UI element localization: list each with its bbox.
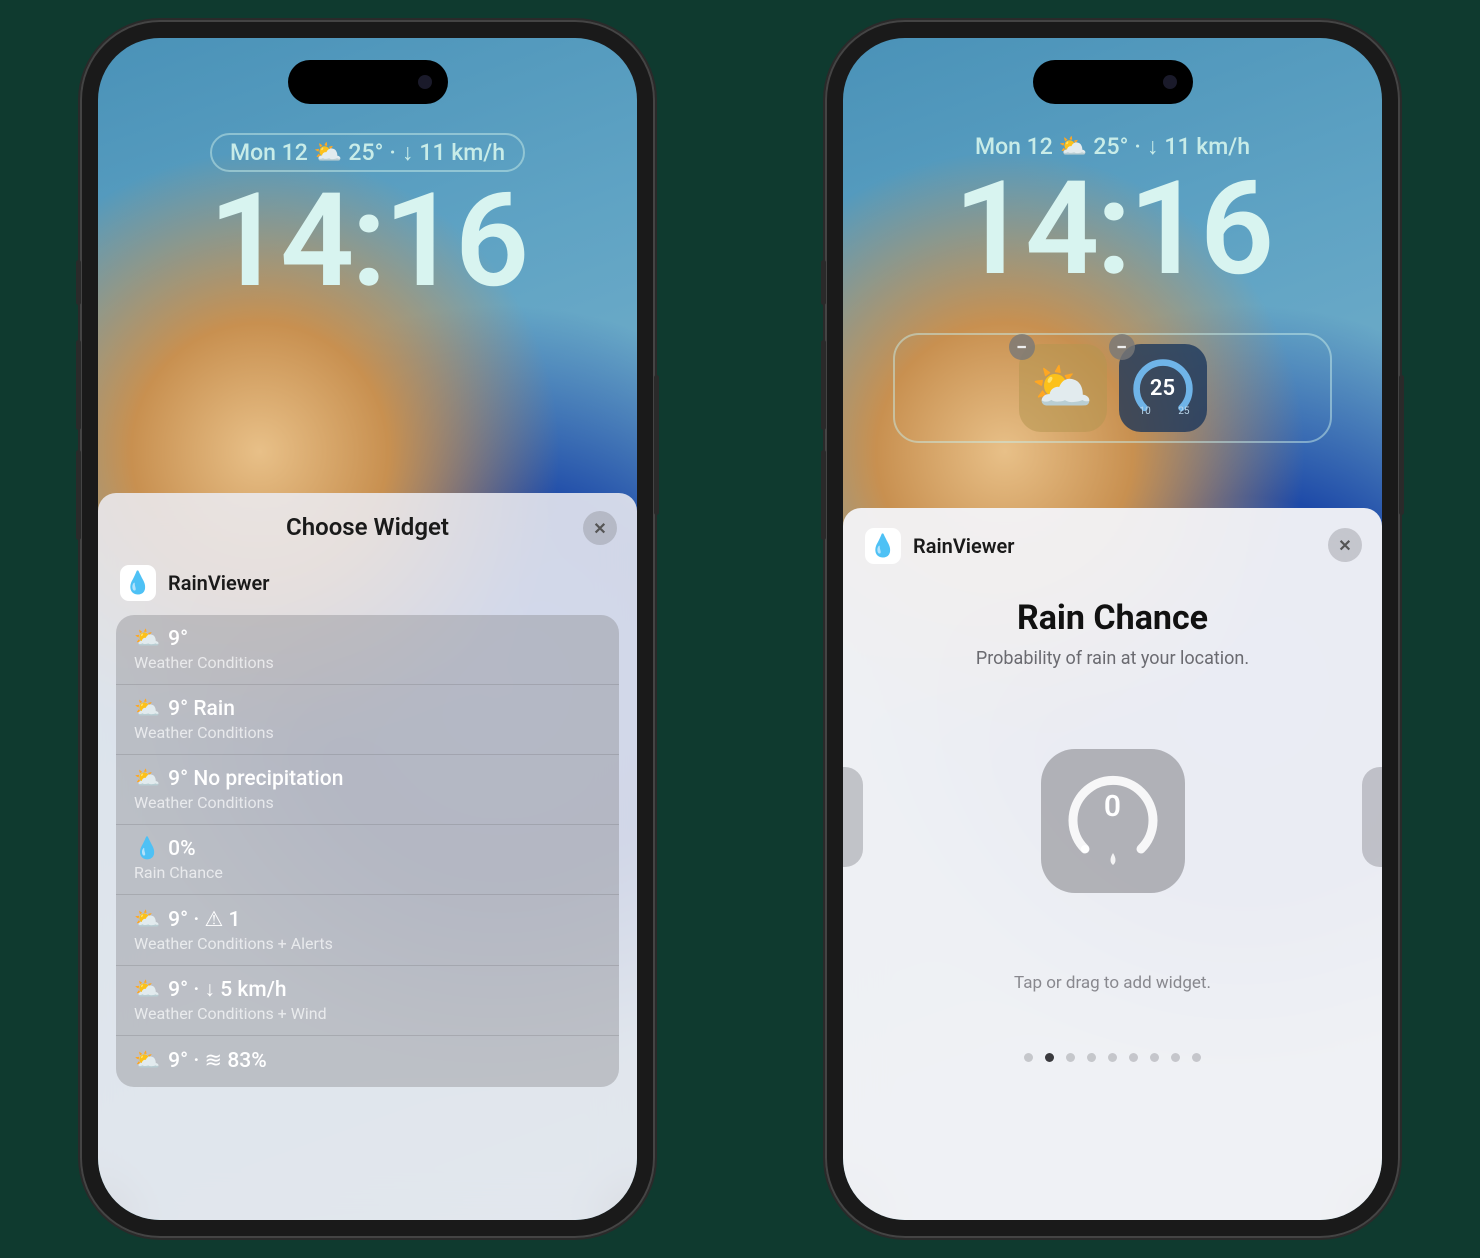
weather-widget-1[interactable]: − ⛅ <box>1019 344 1107 432</box>
app-name: RainViewer <box>913 534 1014 558</box>
app-header-row: 💧 RainViewer <box>98 557 637 615</box>
partly-cloudy-icon: ⛅ <box>134 697 160 721</box>
page-dot[interactable] <box>1066 1053 1075 1062</box>
wind-down-icon: ↓ <box>402 139 414 166</box>
close-icon: ✕ <box>1338 536 1351 555</box>
list-item[interactable]: ⛅9° Rain Weather Conditions <box>116 685 619 755</box>
page-dot[interactable] <box>1129 1053 1138 1062</box>
list-item[interactable]: 💧0% Rain Chance <box>116 825 619 895</box>
app-name: RainViewer <box>168 571 269 595</box>
phone-right: Mon 12 ⛅ 25° · ↓ 11 km/h 14:16 − ⛅ − 25 … <box>825 20 1400 1238</box>
widget-title: Rain Chance <box>873 598 1352 638</box>
preview-value: 0 <box>1041 789 1185 824</box>
page-dot[interactable] <box>1087 1053 1096 1062</box>
widget-preview[interactable]: 0 <box>1041 749 1185 893</box>
close-icon: ✕ <box>593 519 606 538</box>
page-dot[interactable] <box>1108 1053 1117 1062</box>
list-item[interactable]: ⛅9° · ⚠ 1 Weather Conditions + Alerts <box>116 895 619 966</box>
partly-cloudy-icon: ⛅ <box>134 1049 160 1073</box>
partly-cloudy-icon: ⛅ <box>134 978 160 1002</box>
page-indicator[interactable] <box>873 1053 1352 1062</box>
clock-time: 14:16 <box>843 164 1382 294</box>
minus-icon: − <box>1016 337 1027 357</box>
temp-text: 25° <box>348 139 383 166</box>
close-button[interactable]: ✕ <box>583 511 617 545</box>
weather-icon: ⛅ <box>314 139 343 166</box>
clock-time: 14:16 <box>98 176 637 306</box>
partly-cloudy-icon: ⛅ <box>134 908 160 932</box>
page-dot[interactable] <box>1150 1053 1159 1062</box>
widget-detail-sheet: ✕ 💧 RainViewer Rain Chance Probability o… <box>843 508 1382 1220</box>
choose-widget-sheet: Choose Widget ✕ 💧 RainViewer ⛅9° Weather… <box>98 493 637 1220</box>
sheet-title: Choose Widget <box>286 513 449 541</box>
list-item[interactable]: ⛅9° No precipitation Weather Conditions <box>116 755 619 825</box>
widget-list[interactable]: ⛅9° Weather Conditions ⛅9° Rain Weather … <box>116 615 619 1087</box>
partly-cloudy-icon: ⛅ <box>134 627 160 651</box>
prev-widget-peek[interactable] <box>843 767 863 867</box>
partly-cloudy-icon: ⛅ <box>1031 359 1093 417</box>
list-item[interactable]: ⛅9° · ≋ 83% <box>116 1036 619 1087</box>
dynamic-island <box>288 60 448 104</box>
phone-left: Mon 12 ⛅ 25° · ↓ 11 km/h 14:16 Choose Wi… <box>80 20 655 1238</box>
remove-widget-button[interactable]: − <box>1009 334 1035 360</box>
page-dot[interactable] <box>1192 1053 1201 1062</box>
wind-text: 11 km/h <box>419 139 505 166</box>
drop-icon: 💧 <box>134 837 160 861</box>
list-item[interactable]: ⛅9° Weather Conditions <box>116 615 619 685</box>
hint-text: Tap or drag to add widget. <box>873 973 1352 993</box>
lock-widget-row[interactable]: − ⛅ − 25 10 25 <box>893 333 1332 443</box>
widget-subtitle: Probability of rain at your location. <box>873 648 1352 669</box>
close-button[interactable]: ✕ <box>1328 528 1362 562</box>
page-dot[interactable] <box>1024 1053 1033 1062</box>
rainviewer-app-icon: 💧 <box>120 565 156 601</box>
page-dot[interactable] <box>1045 1053 1054 1062</box>
remove-widget-button[interactable]: − <box>1109 334 1135 360</box>
temperature-gauge-icon: 25 10 25 <box>1130 355 1196 421</box>
rainviewer-app-icon: 💧 <box>865 528 901 564</box>
date-text: Mon 12 <box>230 139 308 166</box>
weather-widget-2[interactable]: − 25 10 25 <box>1119 344 1207 432</box>
minus-icon: − <box>1116 337 1127 357</box>
list-item[interactable]: ⛅9° · ↓ 5 km/h Weather Conditions + Wind <box>116 966 619 1036</box>
partly-cloudy-icon: ⛅ <box>134 767 160 791</box>
dynamic-island <box>1033 60 1193 104</box>
next-widget-peek[interactable] <box>1362 767 1382 867</box>
page-dot[interactable] <box>1171 1053 1180 1062</box>
